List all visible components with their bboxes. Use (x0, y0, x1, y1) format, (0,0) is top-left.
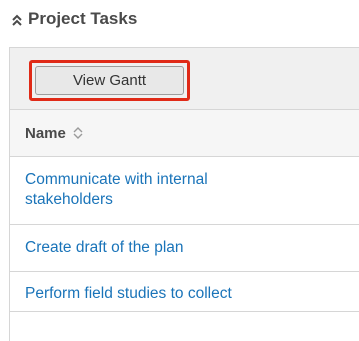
tasks-panel: View Gantt Name Communicate with interna… (9, 47, 359, 341)
table-row: Communicate with internal stakeholders (10, 157, 359, 225)
project-tasks-subpanel: Project Tasks View Gantt Name Communicat… (0, 0, 359, 341)
task-link[interactable]: Create draft of the plan (25, 239, 184, 256)
column-header-name[interactable]: Name (10, 110, 359, 157)
double-chevron-up-icon[interactable] (10, 12, 24, 26)
view-gantt-button[interactable]: View Gantt (35, 66, 184, 95)
sort-arrows-icon[interactable] (72, 126, 84, 140)
column-header-label: Name (25, 124, 66, 142)
task-link[interactable]: Communicate with internal stakeholders (25, 170, 275, 210)
task-link[interactable]: Perform field studies to collect (25, 285, 232, 302)
section-title: Project Tasks (28, 9, 138, 28)
table-row: Perform field studies to collect (10, 272, 359, 312)
section-header[interactable]: Project Tasks (10, 9, 137, 29)
toolbar: View Gantt (10, 48, 359, 110)
table-row: Create draft of the plan (10, 225, 359, 272)
